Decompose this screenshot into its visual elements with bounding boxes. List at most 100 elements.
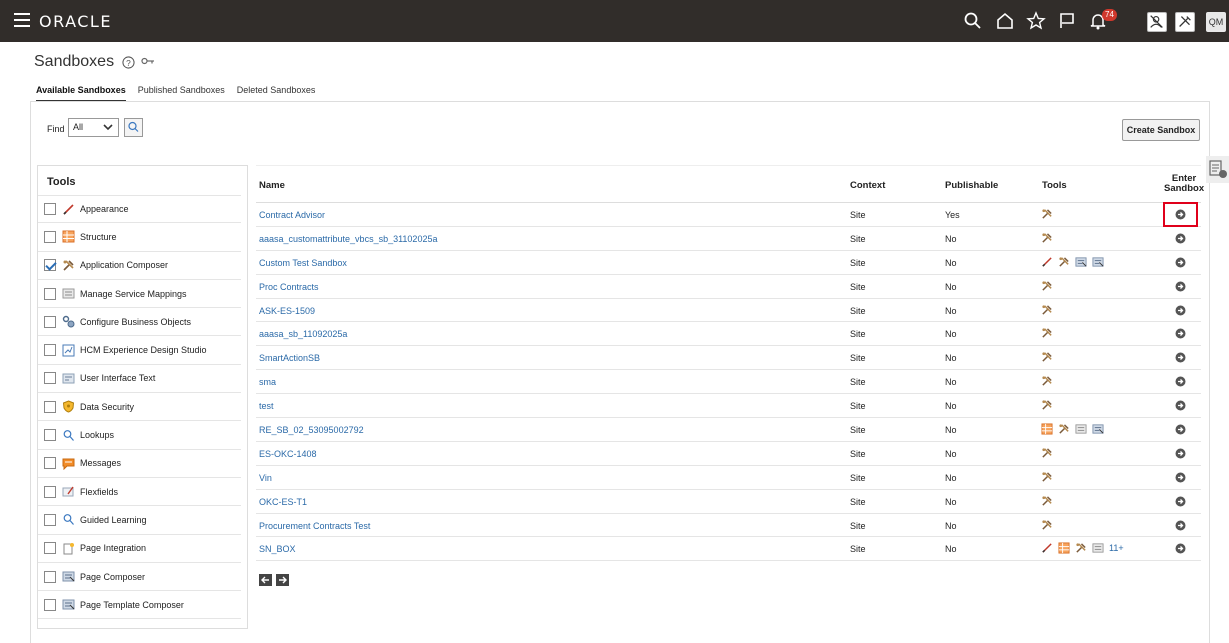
tool-filter-checkbox[interactable] — [44, 513, 56, 526]
sandbox-name-link[interactable]: Proc Contracts — [259, 282, 319, 292]
structure-icon[interactable] — [1058, 542, 1070, 555]
tool-filter-checkbox[interactable] — [44, 230, 56, 243]
tool-filter-item[interactable]: Data Security — [38, 393, 241, 422]
column-header-name[interactable]: Name — [259, 180, 285, 191]
flag-icon[interactable] — [1057, 11, 1077, 31]
column-header-enter-sandbox[interactable]: Enter Sandbox — [1164, 174, 1204, 194]
enter-sandbox-icon[interactable] — [1175, 233, 1186, 244]
enter-sandbox-icon[interactable] — [1175, 424, 1186, 435]
tool-filter-item[interactable]: Appearance — [38, 195, 241, 224]
tool-filter-item[interactable]: Guided Learning — [38, 506, 241, 535]
column-header-tools[interactable]: Tools — [1042, 180, 1067, 191]
favorites-star-icon[interactable] — [1026, 11, 1046, 31]
tab-published-sandboxes[interactable]: Published Sandboxes — [138, 85, 225, 102]
tool-filter-item[interactable]: Messages — [38, 450, 241, 478]
enter-sandbox-icon[interactable] — [1175, 257, 1186, 268]
tools-icon[interactable] — [1058, 256, 1070, 268]
sandbox-name-link[interactable]: Vin — [259, 473, 272, 483]
tools-icon[interactable] — [1058, 423, 1070, 435]
side-panel-icon[interactable] — [1206, 156, 1229, 183]
create-sandbox-button[interactable]: Create Sandbox — [1122, 119, 1200, 141]
sandbox-name-link[interactable]: aaasa_customattribute_vbcs_sb_31102025a — [259, 234, 437, 244]
tool-filter-checkbox[interactable] — [44, 429, 56, 442]
enter-sandbox-icon[interactable] — [1175, 352, 1186, 363]
tool-filter-checkbox[interactable] — [44, 457, 56, 470]
page-icon[interactable] — [1075, 256, 1087, 268]
tools-icon[interactable] — [1041, 519, 1053, 531]
page-icon[interactable] — [1092, 423, 1104, 435]
sandbox-name-link[interactable]: RE_SB_02_53095002792 — [259, 425, 364, 435]
user-avatar[interactable]: QM — [1206, 12, 1226, 32]
next-page-button[interactable] — [276, 574, 289, 586]
column-header-publishable[interactable]: Publishable — [945, 180, 998, 191]
sandbox-name-link[interactable]: test — [259, 401, 274, 411]
more-tools-link[interactable]: 11+ — [1109, 543, 1124, 553]
enter-sandbox-icon[interactable] — [1175, 281, 1186, 292]
tool-filter-item[interactable]: Page Composer — [38, 563, 241, 592]
enter-sandbox-icon[interactable] — [1175, 520, 1186, 531]
tools-icon[interactable] — [1041, 495, 1053, 507]
tools-icon[interactable] — [1041, 351, 1053, 363]
pencil-icon[interactable] — [1041, 256, 1053, 268]
tool-filter-item[interactable]: Lookups — [38, 421, 241, 450]
sandbox-name-link[interactable]: aaasa_sb_11092025a — [259, 329, 347, 339]
search-icon[interactable] — [963, 11, 983, 31]
tool-filter-checkbox[interactable] — [44, 485, 56, 498]
structure-icon[interactable] — [1041, 423, 1053, 435]
tools-icon[interactable] — [1041, 447, 1053, 459]
find-search-button[interactable] — [124, 118, 143, 137]
tool-filter-item[interactable]: HCM Experience Design Studio — [38, 336, 241, 365]
enter-sandbox-icon[interactable] — [1175, 472, 1186, 483]
sandbox-name-link[interactable]: ASK-ES-1509 — [259, 306, 315, 316]
mappings-icon[interactable] — [1075, 423, 1087, 435]
menu-icon[interactable] — [14, 13, 30, 27]
previous-page-button[interactable] — [259, 574, 272, 586]
sandbox-name-link[interactable]: Procurement Contracts Test — [259, 521, 370, 531]
enter-sandbox-icon[interactable] — [1175, 543, 1186, 554]
tool-filter-checkbox[interactable] — [44, 570, 56, 583]
tools-icon[interactable] — [1041, 304, 1053, 316]
tools-icon[interactable] — [1041, 375, 1053, 387]
enter-sandbox-icon[interactable] — [1175, 209, 1186, 220]
sandbox-name-link[interactable]: sma — [259, 377, 276, 387]
tools-icon[interactable] — [1041, 280, 1053, 292]
enter-sandbox-icon[interactable] — [1175, 400, 1186, 411]
tool-filter-checkbox[interactable] — [44, 259, 56, 272]
enter-sandbox-icon[interactable] — [1175, 376, 1186, 387]
mappings-icon[interactable] — [1092, 542, 1104, 554]
tool-filter-item[interactable]: Application Composer — [38, 252, 241, 280]
sandbox-name-link[interactable]: OKC-ES-T1 — [259, 497, 307, 507]
enter-sandbox-icon[interactable] — [1175, 305, 1186, 316]
tab-deleted-sandboxes[interactable]: Deleted Sandboxes — [237, 85, 316, 102]
column-header-context[interactable]: Context — [850, 180, 885, 191]
tools-icon[interactable] — [1041, 232, 1053, 244]
help-icon[interactable]: ? — [122, 56, 135, 69]
enter-sandbox-icon[interactable] — [1175, 328, 1186, 339]
tools-icon[interactable] — [1041, 208, 1053, 220]
sandbox-user-icon[interactable] — [1147, 12, 1167, 32]
tool-filter-checkbox[interactable] — [44, 287, 56, 300]
sandbox-name-link[interactable]: Custom Test Sandbox — [259, 258, 347, 268]
tool-filter-item[interactable]: User Interface Text — [38, 365, 241, 394]
sandbox-name-link[interactable]: Contract Advisor — [259, 210, 325, 220]
oracle-logo[interactable]: ORACLE — [39, 12, 112, 31]
tool-filter-checkbox[interactable] — [44, 315, 56, 328]
tool-filter-checkbox[interactable] — [44, 372, 56, 385]
tool-filter-checkbox[interactable] — [44, 400, 56, 413]
sandbox-name-link[interactable]: SN_BOX — [259, 544, 296, 554]
tool-filter-item[interactable]: Flexfields — [38, 478, 241, 507]
pencil-icon[interactable] — [1041, 542, 1053, 554]
sandbox-name-link[interactable]: ES-OKC-1408 — [259, 449, 317, 459]
tool-filter-checkbox[interactable] — [44, 598, 56, 611]
tool-filter-item[interactable]: Page Template Composer — [38, 591, 241, 620]
enter-sandbox-icon[interactable] — [1175, 496, 1186, 507]
key-icon[interactable] — [141, 56, 155, 66]
page-icon[interactable] — [1092, 256, 1104, 268]
tool-filter-item[interactable]: Structure — [38, 223, 241, 252]
tool-filter-item[interactable]: Configure Business Objects — [38, 308, 241, 337]
tools-icon[interactable] — [1041, 471, 1053, 483]
tool-filter-item[interactable]: Manage Service Mappings — [38, 280, 241, 309]
home-icon[interactable] — [995, 11, 1015, 31]
tools-icon[interactable] — [1041, 327, 1053, 339]
tools-icon[interactable] — [1075, 542, 1087, 554]
